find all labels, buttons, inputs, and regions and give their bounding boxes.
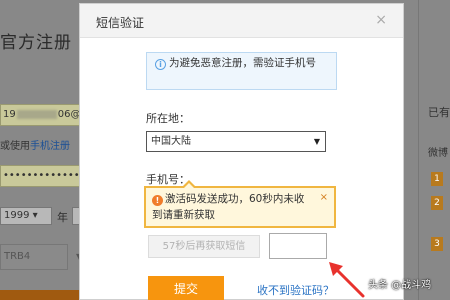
background-number-badge: 3 (431, 237, 443, 251)
background-right-label: 已有 (428, 106, 450, 119)
submit-button[interactable]: 提交 (148, 276, 224, 300)
tooltip-close-icon[interactable]: × (320, 190, 328, 206)
background-email-prefix: 19 (3, 109, 16, 120)
tooltip-text: 激活码发送成功，60秒内未收到请重新获取 (152, 193, 305, 221)
resend-sms-button[interactable]: 57秒后再获取短信 (148, 235, 260, 258)
dialog-header: 短信验证 × (80, 4, 403, 38)
background-button (0, 290, 80, 300)
sms-verification-dialog: 短信验证 × i 为避免恶意注册，需验证手机号 所在地： 中国大陆 ▼ 手机号： … (79, 3, 404, 300)
annotation-arrow-icon (329, 262, 365, 298)
background-number-badge: 1 (431, 172, 443, 186)
notice-box: i 为避免恶意注册，需验证手机号 (146, 52, 337, 90)
divider (418, 0, 419, 300)
tooltip-pointer (182, 180, 196, 188)
info-icon: i (155, 59, 166, 70)
success-tooltip: ! 激活码发送成功，60秒内未收到请重新获取 × (144, 180, 336, 228)
background-year-select: 1999 ▾ (0, 207, 52, 225)
no-code-received-link[interactable]: 收不到验证码？ (257, 282, 334, 298)
watermark: 头条 @战斗鸡 (368, 280, 432, 291)
location-label: 所在地： (146, 112, 190, 125)
location-select[interactable]: 中国大陆 ▼ (146, 131, 326, 152)
chevron-down-icon: ▼ (313, 137, 320, 146)
background-captcha-field: TRB4 (0, 244, 68, 270)
background-right-label-weibo: 微博 (428, 148, 448, 159)
background-number-badge: 2 (431, 196, 443, 210)
background-page-title: 官方注册 (0, 33, 72, 53)
background-phone-register-link: 手机注册 (30, 141, 70, 152)
verification-code-input[interactable] (269, 233, 327, 259)
background-alt-prefix: 或使用 (0, 141, 30, 152)
warning-icon: ! (152, 195, 163, 206)
background-alt-register: 或使用手机注册 (0, 137, 70, 152)
location-select-value: 中国大陆 (151, 136, 191, 147)
notice-text: 为避免恶意注册，需验证手机号 (169, 57, 316, 69)
background-year-label: 年 (57, 211, 68, 224)
blurred-region (16, 109, 57, 119)
background-email-suffix: 06@ (57, 109, 81, 120)
dialog-title: 短信验证 (96, 16, 145, 30)
close-icon[interactable]: × (375, 12, 387, 28)
